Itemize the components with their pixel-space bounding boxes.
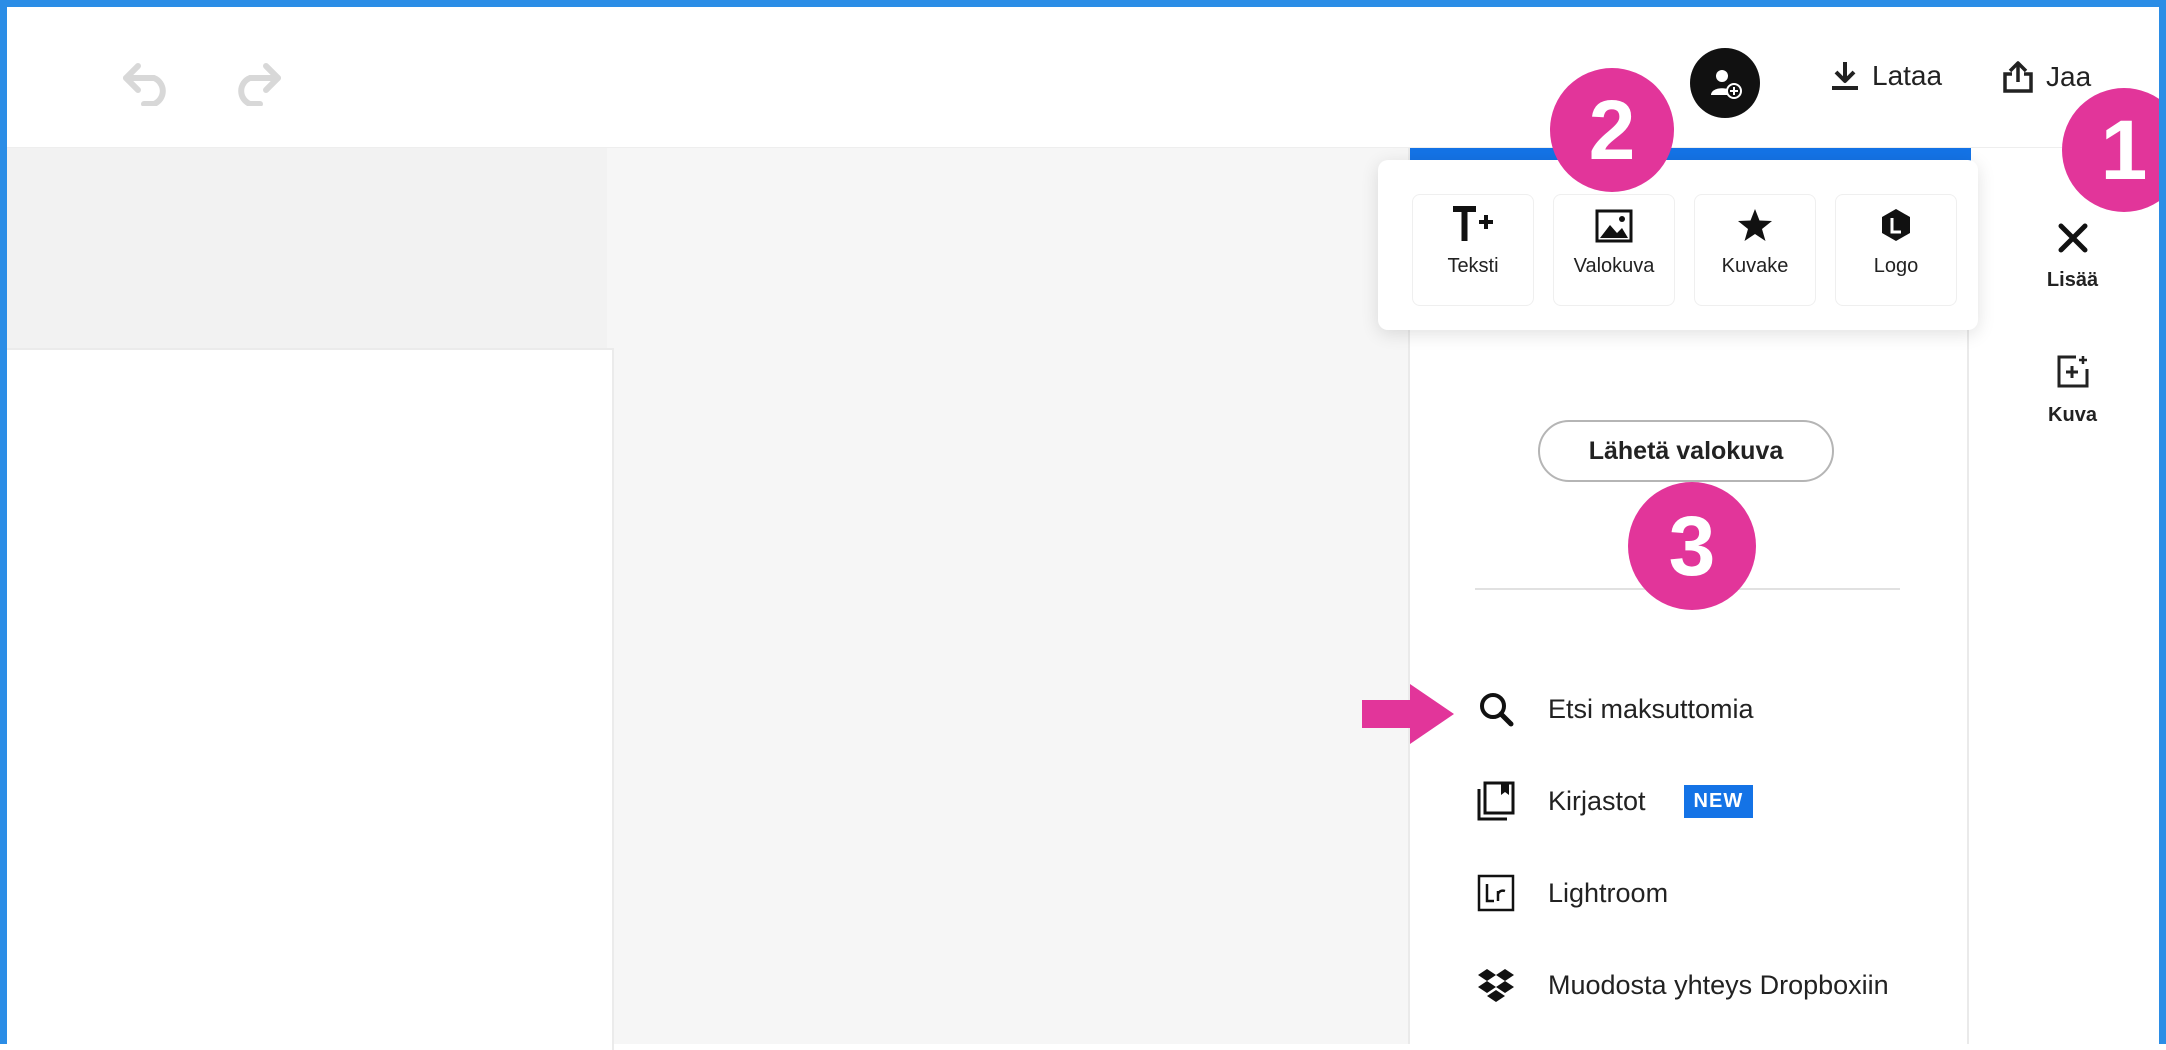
star-icon — [1738, 209, 1772, 241]
new-badge: NEW — [1683, 784, 1754, 818]
canvas-area[interactable] — [7, 148, 1412, 1050]
download-label: Lataa — [1872, 60, 1943, 91]
close-icon — [2058, 223, 2087, 253]
list-item-label: Muodosta yhteys Dropboxiin — [1548, 969, 1889, 1000]
tile-icon[interactable]: Kuvake — [1694, 194, 1816, 306]
canvas-page[interactable] — [7, 348, 614, 1050]
rail-close-label: Lisää — [2046, 269, 2099, 291]
list-item-label: Etsi maksuttomia — [1548, 693, 1754, 724]
rail-image-label: Kuva — [2048, 404, 2097, 426]
logo-icon — [1882, 209, 1910, 241]
asset-type-popover: Teksti Valokuva Kuvake Logo — [1378, 160, 1978, 330]
list-item-lightroom[interactable]: Lightroom — [1476, 870, 1668, 916]
add-user-icon — [1711, 70, 1742, 99]
add-image-icon — [2057, 355, 2088, 388]
photo-icon — [1595, 209, 1633, 243]
redo-icon — [238, 63, 281, 106]
download-button[interactable]: Lataa — [1830, 60, 1942, 92]
list-item-search-free[interactable]: Etsi maksuttomia — [1476, 686, 1754, 732]
dropbox-icon — [1478, 969, 1514, 1002]
rail-image-button[interactable]: Kuva — [1985, 353, 2160, 427]
list-item-libraries[interactable]: Kirjastot NEW — [1476, 778, 1754, 824]
invite-user-button[interactable] — [1690, 48, 1760, 118]
tile-text[interactable]: Teksti — [1412, 194, 1534, 306]
share-button[interactable]: Jaa — [2002, 60, 2091, 94]
undo-button[interactable] — [118, 52, 178, 112]
annotation-marker-2: 2 — [1550, 68, 1674, 192]
rail-close-button[interactable]: Lisää — [1985, 220, 2160, 292]
download-icon — [1832, 62, 1858, 90]
search-icon — [1480, 693, 1514, 727]
tile-photo-label: Valokuva — [1573, 255, 1655, 277]
annotation-arrow-icon — [1362, 684, 1454, 744]
tile-photo[interactable]: Valokuva — [1553, 194, 1675, 306]
tile-text-label: Teksti — [1447, 255, 1499, 277]
share-icon — [2003, 61, 2033, 93]
list-item-label: Lightroom — [1548, 877, 1669, 908]
upload-photo-button[interactable]: Lähetä valokuva — [1538, 420, 1834, 482]
redo-button[interactable] — [226, 52, 286, 112]
annotation-marker-3: 3 — [1628, 482, 1756, 610]
undo-icon — [123, 63, 166, 106]
tile-logo-label: Logo — [1873, 255, 1919, 277]
text-plus-icon — [1453, 206, 1493, 241]
canvas-header-band — [7, 148, 607, 348]
lightroom-icon — [1477, 874, 1515, 912]
tile-icon-label: Kuvake — [1721, 255, 1789, 277]
list-item-dropbox[interactable]: Muodosta yhteys Dropboxiin — [1476, 962, 1889, 1008]
library-icon — [1477, 781, 1515, 821]
tile-logo[interactable]: Logo — [1835, 194, 1957, 306]
list-item-label: Kirjastot — [1548, 785, 1646, 816]
share-label: Jaa — [2046, 61, 2092, 92]
right-rail: Lisää Kuva — [1985, 148, 2160, 1044]
